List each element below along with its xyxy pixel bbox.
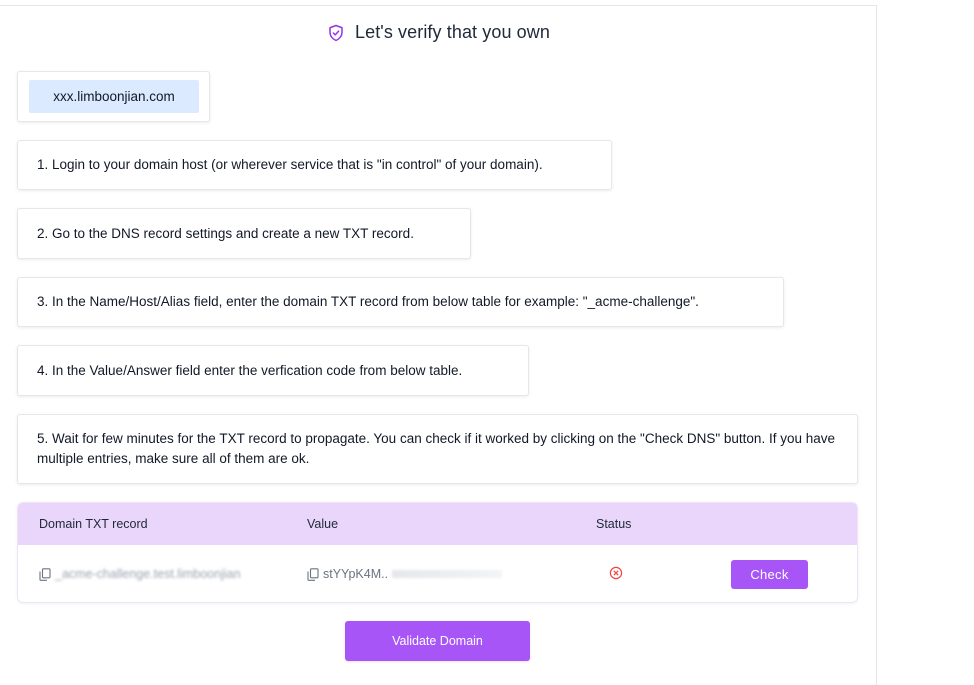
value-text: stYYpK4M.. [323, 567, 389, 581]
record-text: _acme-challenge.test.limboonjian [55, 567, 241, 581]
table-header: Domain TXT record Value Status [18, 503, 857, 545]
step-5: 5. Wait for few minutes for the TXT reco… [17, 414, 858, 484]
page-title: Let's verify that you own [354, 22, 551, 42]
step-2: 2. Go to the DNS record settings and cre… [17, 208, 471, 259]
record-cell: _acme-challenge.test.limboonjian [39, 567, 241, 581]
column-header-status: Status [596, 517, 632, 531]
column-header-record: Domain TXT record [39, 517, 148, 531]
copy-icon[interactable] [39, 567, 51, 581]
table-row: _acme-challenge.test.limboonjian stYYpK4… [18, 545, 857, 602]
domain-chip: xxx.limboonjian.com [29, 80, 199, 113]
domain-card: xxx.limboonjian.com [17, 71, 210, 122]
validate-domain-button[interactable]: Validate Domain [345, 621, 530, 661]
error-circle-icon [609, 566, 623, 580]
step-4: 4. In the Value/Answer field enter the v… [17, 345, 529, 396]
page-header: Let's verify that you own [0, 22, 877, 43]
step-3: 3. In the Name/Host/Alias field, enter t… [17, 277, 784, 327]
value-cell: stYYpK4M.. [307, 567, 503, 581]
check-dns-button[interactable]: Check [731, 560, 808, 589]
copy-icon[interactable] [307, 567, 319, 581]
value-text-hidden [392, 570, 503, 578]
dns-records-table: Domain TXT record Value Status _acme-cha… [17, 502, 858, 603]
shield-check-icon [329, 24, 343, 41]
column-header-value: Value [307, 517, 339, 531]
step-1: 1. Login to your domain host (or whereve… [17, 140, 612, 190]
